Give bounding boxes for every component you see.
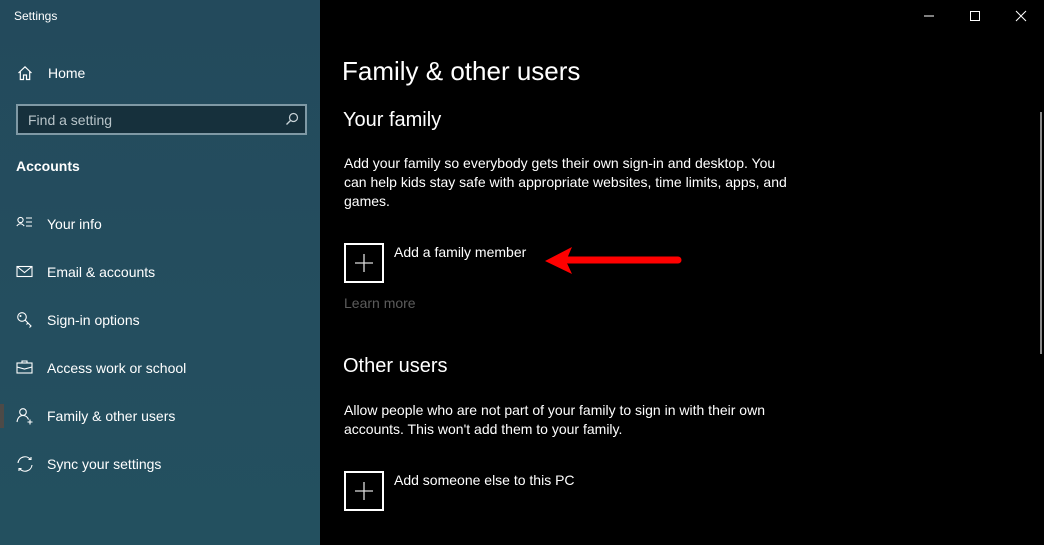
sidebar-item-email-accounts[interactable]: Email & accounts	[0, 252, 320, 292]
maximize-icon	[970, 11, 980, 21]
search-input[interactable]	[28, 110, 268, 130]
sidebar-item-label: Your info	[47, 216, 102, 232]
sidebar-item-label: Sync your settings	[47, 456, 162, 472]
close-button[interactable]	[998, 0, 1044, 32]
add-family-member-label: Add a family member	[394, 244, 527, 260]
page-title: Family & other users	[342, 56, 581, 86]
sync-icon	[17, 456, 33, 472]
sidebar-item-family-other-users[interactable]: Family & other users	[0, 396, 320, 436]
search-box[interactable]	[16, 104, 307, 135]
scrollbar-thumb[interactable]	[1040, 112, 1042, 354]
red-arrow-annotation	[545, 247, 682, 274]
mail-icon	[16, 265, 33, 278]
minimize-icon	[924, 15, 934, 17]
other-users-description: Allow people who are not part of your fa…	[344, 402, 765, 437]
plus-icon	[355, 482, 373, 500]
sidebar-item-label: Sign-in options	[47, 312, 140, 328]
your-family-description: Add your family so everybody gets their …	[344, 155, 787, 209]
selected-indicator	[0, 404, 4, 428]
add-person-icon	[16, 408, 33, 425]
section-title: Accounts	[16, 158, 80, 174]
sidebar-item-label: Email & accounts	[47, 264, 156, 280]
contact-card-icon	[16, 216, 32, 227]
sidebar-item-label: Family & other users	[47, 408, 176, 424]
sidebar-item-your-info[interactable]: Your info	[0, 204, 320, 244]
sidebar-item-label: Access work or school	[47, 360, 187, 376]
sidebar-item-sign-in-options[interactable]: Sign-in options	[0, 300, 320, 340]
learn-more-link[interactable]: Learn more	[344, 295, 416, 311]
search-icon[interactable]	[285, 112, 299, 126]
home-label: Home	[48, 65, 86, 81]
app-title: Settings	[14, 9, 58, 23]
sidebar: Settings Home Accounts Your info Email &…	[0, 0, 320, 545]
home-icon	[18, 65, 32, 81]
briefcase-icon	[16, 360, 33, 374]
plus-icon	[355, 254, 373, 272]
other-users-heading: Other users	[343, 355, 448, 377]
add-someone-else-label: Add someone else to this PC	[394, 472, 575, 488]
key-icon	[17, 312, 32, 328]
minimize-button[interactable]	[906, 0, 952, 32]
sidebar-item-sync-settings[interactable]: Sync your settings	[0, 444, 320, 484]
maximize-button[interactable]	[952, 0, 998, 32]
sidebar-item-access-work-school[interactable]: Access work or school	[0, 348, 320, 388]
your-family-heading: Your family	[343, 109, 442, 131]
close-icon	[1015, 10, 1027, 22]
